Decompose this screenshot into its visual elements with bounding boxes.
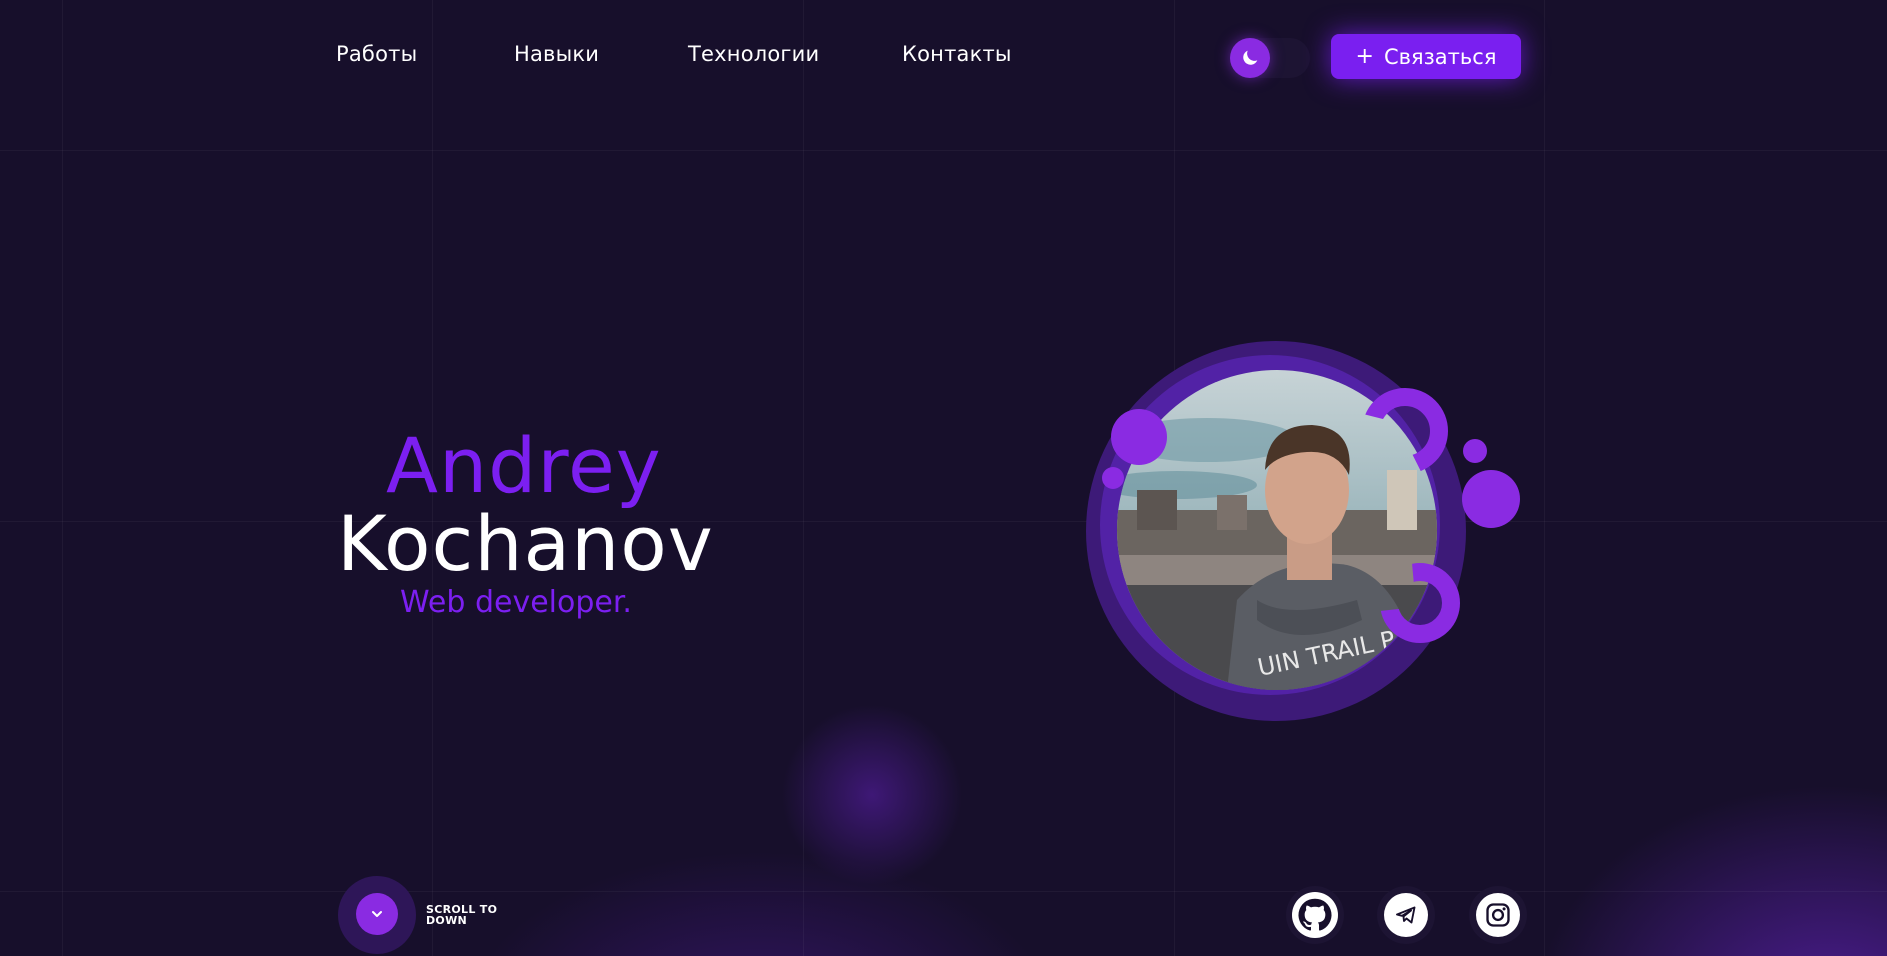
github-link[interactable]	[1286, 886, 1344, 944]
nav-link-skills[interactable]: Навыки	[514, 42, 599, 66]
contact-button[interactable]: + Связаться	[1331, 34, 1521, 79]
instagram-link[interactable]	[1469, 886, 1527, 944]
decor-circle	[1102, 467, 1124, 489]
grid-line	[803, 0, 804, 956]
telegram-icon	[1396, 906, 1416, 924]
grid-line	[62, 0, 63, 956]
theme-toggle[interactable]	[1230, 38, 1310, 78]
hero-role: Web developer.	[400, 585, 632, 620]
main-nav: Работы Навыки Технологии Контакты	[0, 40, 1887, 74]
nav-link-contacts[interactable]: Контакты	[902, 42, 1012, 66]
hero-last-name: Kochanov	[337, 499, 714, 588]
scroll-label-line2: DOWN	[426, 914, 468, 927]
instagram-icon	[1486, 903, 1510, 927]
scroll-down-button-inner	[356, 893, 398, 935]
instagram-link-inner	[1476, 893, 1520, 937]
hero-first-name: Andrey	[386, 421, 662, 510]
moon-icon	[1243, 50, 1258, 65]
theme-toggle-knob	[1230, 38, 1270, 78]
grid-line	[1544, 0, 1545, 956]
page: Работы Навыки Технологии Контакты + Связ…	[0, 0, 1887, 956]
avatar-block: UIN TRAIL P	[1080, 335, 1530, 735]
plus-icon: +	[1355, 44, 1374, 69]
scroll-label: SCROLL TO DOWN	[426, 904, 506, 926]
github-icon	[1292, 892, 1338, 938]
nav-link-technologies[interactable]: Технологии	[688, 42, 819, 66]
contact-button-label: Связаться	[1383, 44, 1497, 69]
scroll-down-button[interactable]	[338, 876, 416, 954]
decor-circle	[1111, 409, 1167, 465]
chevron-down-icon	[372, 911, 382, 917]
decor-circle	[1463, 439, 1487, 463]
telegram-link[interactable]	[1377, 886, 1435, 944]
grid-line	[0, 521, 1887, 522]
decor-circle	[1462, 470, 1520, 528]
grid-line	[0, 891, 1887, 892]
nav-link-works[interactable]: Работы	[336, 42, 417, 66]
telegram-link-inner	[1384, 893, 1428, 937]
grid-line	[0, 150, 1887, 151]
